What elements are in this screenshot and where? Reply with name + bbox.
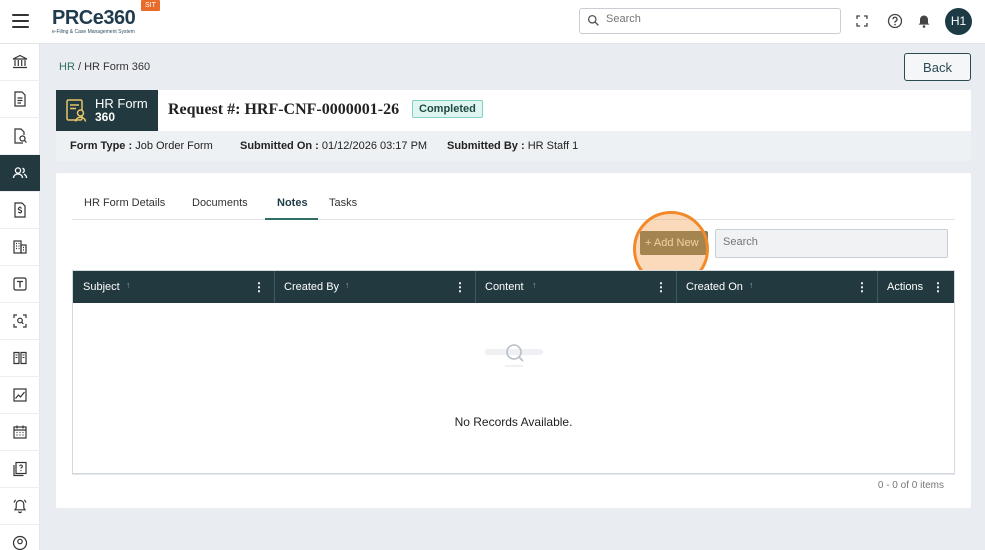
bell-icon bbox=[13, 499, 27, 514]
sidebar-item-text[interactable] bbox=[0, 266, 40, 303]
sidebar-item-profile[interactable] bbox=[0, 525, 40, 550]
empty-search-icon bbox=[485, 344, 543, 367]
sidebar-item-documents[interactable] bbox=[0, 81, 40, 118]
users-icon bbox=[12, 167, 28, 179]
submitted-by: Submitted By : HR Staff 1 bbox=[447, 140, 578, 152]
sidebar-item-help-docs[interactable] bbox=[0, 451, 40, 488]
tab-documents[interactable]: Documents bbox=[192, 197, 248, 209]
column-menu-icon[interactable]: ⋮ bbox=[253, 280, 265, 294]
sort-icon[interactable]: ↑ bbox=[749, 280, 754, 290]
column-actions[interactable]: Actions ⋮ bbox=[877, 271, 954, 303]
form-type-label: Form Type : bbox=[70, 140, 133, 152]
empty-state-message: No Records Available. bbox=[454, 415, 573, 429]
form-type-badge: HR Form 360 bbox=[56, 90, 158, 131]
form-user-icon bbox=[66, 99, 87, 122]
tab-notes[interactable]: Notes bbox=[277, 197, 308, 209]
column-label: Actions bbox=[887, 281, 924, 293]
book-icon bbox=[13, 351, 27, 365]
app-logo[interactable]: PRCe360 e-Filing & Case Management Syste… bbox=[52, 8, 152, 38]
menu-icon[interactable] bbox=[12, 14, 29, 28]
sidebar-item-organization[interactable] bbox=[0, 229, 40, 266]
notes-panel: HR Form Details Documents Notes Tasks + … bbox=[56, 173, 971, 508]
column-content[interactable]: Content ↑ ⋮ bbox=[475, 271, 676, 303]
form-type-value: Job Order Form bbox=[135, 140, 213, 152]
notes-search[interactable] bbox=[715, 229, 948, 258]
request-meta: Form Type : Job Order Form Submitted On … bbox=[56, 131, 971, 161]
top-header: PRCe360 e-Filing & Case Management Syste… bbox=[0, 0, 985, 44]
logo-text: PRCe360 bbox=[52, 7, 136, 29]
status-badge: Completed bbox=[412, 100, 483, 118]
sidebar-item-finance[interactable] bbox=[0, 192, 40, 229]
scan-icon bbox=[13, 314, 27, 328]
sidebar-item-reports[interactable] bbox=[0, 377, 40, 414]
request-title: Request #: HRF-CNF-0000001-26 bbox=[168, 101, 400, 118]
bank-icon bbox=[12, 54, 28, 69]
building-icon bbox=[13, 240, 27, 254]
user-circle-icon bbox=[12, 535, 28, 550]
column-label: Created By bbox=[284, 281, 340, 293]
bell-icon[interactable] bbox=[915, 12, 933, 30]
back-button[interactable]: Back bbox=[904, 53, 971, 81]
form-type: Form Type : Job Order Form bbox=[70, 140, 213, 152]
request-header: HR Form 360 Request #: HRF-CNF-0000001-2… bbox=[56, 90, 971, 131]
breadcrumb-separator: / bbox=[74, 61, 85, 73]
help-document-icon bbox=[13, 461, 27, 477]
chart-icon bbox=[13, 388, 27, 402]
help-icon[interactable] bbox=[886, 12, 904, 30]
badge-line-2: 360 bbox=[95, 110, 116, 124]
submitted-on-value: 01/12/2026 03:17 PM bbox=[321, 140, 428, 152]
badge-line-1: HR Form bbox=[95, 96, 148, 111]
sidebar-item-document-search[interactable] bbox=[0, 118, 40, 155]
pager-info: 0 - 0 of 0 items bbox=[877, 480, 944, 491]
active-tab-indicator bbox=[265, 218, 318, 220]
column-created-by[interactable]: Created By ↑ ⋮ bbox=[274, 271, 475, 303]
document-search-icon bbox=[14, 128, 27, 144]
sidebar-item-users[interactable] bbox=[0, 155, 40, 192]
column-created-on[interactable]: Created On ↑ ⋮ bbox=[676, 271, 877, 303]
submitted-on: Submitted On : 01/12/2026 03:17 PM bbox=[240, 140, 427, 152]
sort-icon[interactable]: ↑ bbox=[345, 280, 350, 290]
column-label: Content bbox=[485, 281, 524, 293]
env-badge: SIT bbox=[141, 0, 160, 11]
document-icon bbox=[14, 91, 26, 107]
search-icon bbox=[587, 14, 599, 26]
sidebar-item-calendar[interactable] bbox=[0, 414, 40, 451]
column-subject[interactable]: Subject ↑ ⋮ bbox=[73, 271, 274, 303]
sort-icon[interactable]: ↑ bbox=[126, 280, 131, 290]
dollar-document-icon bbox=[14, 202, 26, 218]
global-search[interactable] bbox=[579, 8, 841, 34]
column-menu-icon[interactable]: ⋮ bbox=[932, 280, 944, 294]
avatar[interactable]: H1 bbox=[945, 8, 972, 35]
notes-grid: Subject ↑ ⋮ Created By ↑ ⋮ Content ↑ ⋮ C… bbox=[72, 270, 955, 474]
breadcrumb-current: HR Form 360 bbox=[84, 61, 151, 73]
sort-icon[interactable]: ↑ bbox=[532, 280, 537, 290]
column-menu-icon[interactable]: ⋮ bbox=[454, 280, 466, 294]
column-menu-icon[interactable]: ⋮ bbox=[655, 280, 667, 294]
breadcrumb: HR / HR Form 360 bbox=[59, 61, 150, 73]
tab-bar: HR Form Details Documents Notes Tasks bbox=[72, 191, 955, 220]
grid-header: Subject ↑ ⋮ Created By ↑ ⋮ Content ↑ ⋮ C… bbox=[73, 271, 954, 303]
sidebar-item-bank[interactable] bbox=[0, 44, 40, 81]
tab-hr-form-details[interactable]: HR Form Details bbox=[84, 197, 165, 209]
submitted-on-label: Submitted On : bbox=[240, 140, 319, 152]
column-label: Created On bbox=[686, 281, 743, 293]
sidebar-item-book[interactable] bbox=[0, 340, 40, 377]
calendar-icon bbox=[13, 425, 27, 439]
add-new-button[interactable]: + Add New bbox=[640, 231, 708, 255]
tab-tasks[interactable]: Tasks bbox=[329, 197, 357, 209]
fullscreen-icon[interactable] bbox=[853, 12, 871, 30]
column-label: Subject bbox=[83, 281, 120, 293]
sidebar-item-scan[interactable] bbox=[0, 303, 40, 340]
breadcrumb-hr-link[interactable]: HR bbox=[59, 61, 75, 73]
column-menu-icon[interactable]: ⋮ bbox=[856, 280, 868, 294]
submitted-by-value: HR Staff 1 bbox=[527, 140, 579, 152]
submitted-by-label: Submitted By : bbox=[447, 140, 525, 152]
notes-search-input[interactable] bbox=[723, 236, 938, 248]
sidebar-item-alerts[interactable] bbox=[0, 488, 40, 525]
global-search-input[interactable] bbox=[606, 13, 826, 25]
sidebar bbox=[0, 44, 40, 550]
logo-subtitle: e-Filing & Case Management System bbox=[52, 29, 135, 35]
text-box-icon bbox=[13, 277, 27, 291]
grid-pager: 0 - 0 of 0 items bbox=[72, 474, 955, 494]
